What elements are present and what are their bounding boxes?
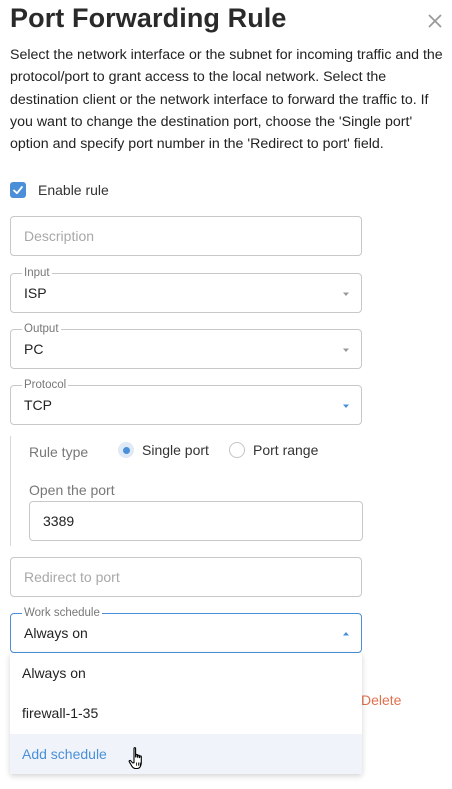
description-placeholder: Description [24, 228, 95, 244]
dropdown-option-firewall[interactable]: firewall-1-35 [10, 693, 362, 733]
chevron-down-icon[interactable] [341, 289, 351, 299]
input-select-legend: Input [22, 266, 52, 280]
chevron-down-icon[interactable] [341, 401, 351, 411]
work-schedule-value: Always on [24, 625, 88, 641]
enable-rule-label: Enable rule [38, 182, 109, 198]
radio-single-port[interactable]: Single port [118, 442, 209, 458]
redirect-port-placeholder: Redirect to port [24, 569, 120, 585]
output-select-legend: Output [22, 322, 61, 336]
dropdown-option-add-schedule[interactable]: Add schedule [10, 734, 362, 774]
open-port-value: 3389 [43, 513, 75, 529]
delete-button[interactable]: Delete [361, 692, 401, 708]
input-select-value: ISP [24, 285, 47, 301]
radio-unchecked-icon[interactable] [229, 442, 245, 458]
description-field[interactable]: Description [10, 216, 362, 256]
redirect-port-field[interactable]: Redirect to port [10, 557, 362, 597]
dropdown-option-always-on[interactable]: Always on [10, 653, 362, 693]
close-button[interactable] [424, 10, 446, 32]
chevron-up-icon[interactable] [341, 629, 351, 639]
protocol-select-legend: Protocol [22, 378, 69, 392]
radio-checked-icon[interactable] [118, 442, 134, 458]
work-schedule-legend: Work schedule [22, 606, 102, 620]
open-port-input[interactable]: 3389 [29, 501, 363, 541]
hand-pointer-icon [128, 747, 142, 770]
open-port-label: Open the port [29, 482, 115, 498]
work-schedule-select[interactable]: Work schedule Always on [10, 606, 362, 653]
enable-rule-checkbox[interactable]: Enable rule [10, 180, 109, 200]
protocol-select-value: TCP [24, 397, 52, 413]
dialog-title: Port Forwarding Rule [10, 3, 287, 33]
input-select[interactable]: Input ISP [10, 266, 362, 313]
radio-port-range-label: Port range [253, 442, 319, 458]
dialog-description: Select the network interface or the subn… [10, 47, 443, 153]
work-schedule-dropdown: Always on firewall-1-35 Add schedule [10, 653, 362, 774]
output-select-value: PC [24, 341, 44, 357]
output-select[interactable]: Output PC [10, 322, 362, 369]
rule-type-label: Rule type [29, 444, 89, 460]
protocol-select[interactable]: Protocol TCP [10, 378, 362, 425]
checkbox-checked-icon[interactable] [10, 182, 26, 198]
chevron-down-icon[interactable] [341, 345, 351, 355]
radio-port-range[interactable]: Port range [229, 442, 318, 458]
close-icon[interactable] [424, 10, 446, 32]
rule-type-group: Rule type Single port Port range Open th… [10, 436, 363, 546]
radio-single-port-label: Single port [142, 442, 209, 458]
